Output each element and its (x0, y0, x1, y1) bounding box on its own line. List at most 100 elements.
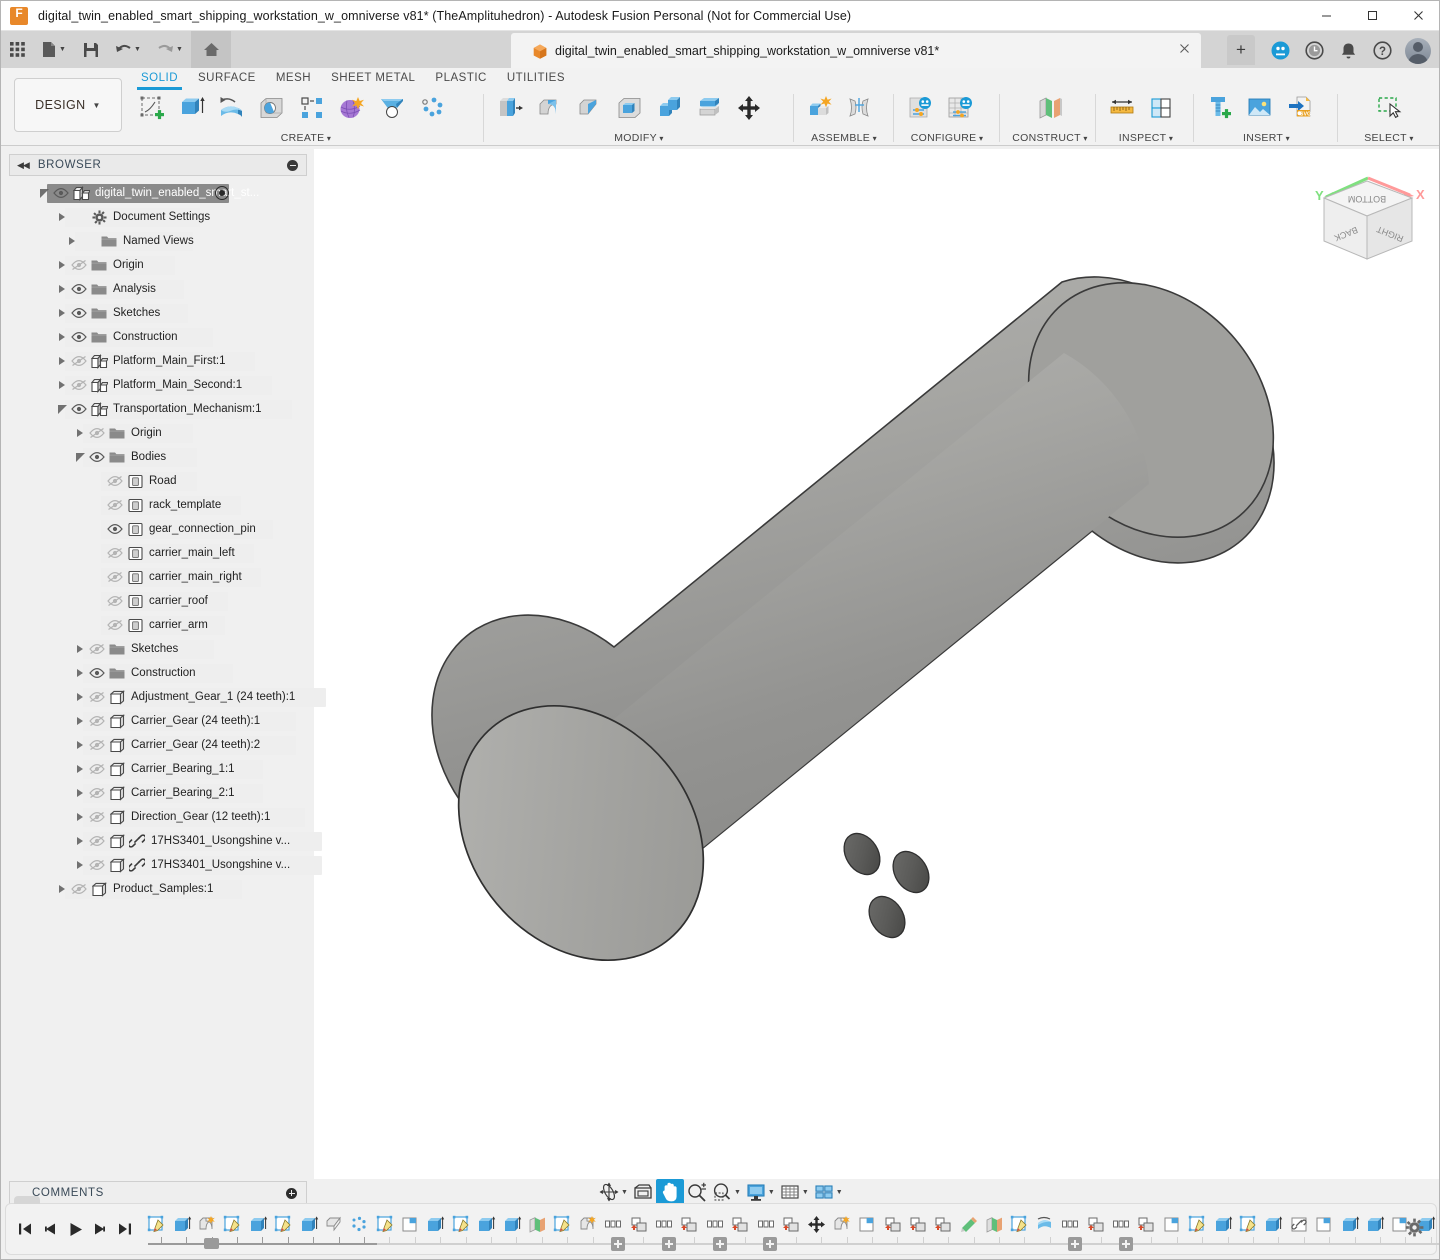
timeline-feature[interactable] (855, 1210, 880, 1238)
timeline-feature[interactable] (1236, 1210, 1261, 1238)
visibility-off-icon[interactable] (87, 421, 107, 445)
expand-arrow-icon[interactable] (55, 301, 69, 325)
expand-arrow-icon[interactable] (73, 733, 87, 757)
expand-arrow-icon[interactable] (73, 709, 87, 733)
move-copy-icon[interactable] (731, 90, 769, 126)
job-status-clock-icon[interactable] (1299, 36, 1329, 66)
tab-sheet-metal[interactable]: SHEET METAL (321, 68, 425, 88)
tab-plastic[interactable]: PLASTIC (425, 68, 496, 88)
insert-mcmaster-icon[interactable] (1201, 90, 1239, 126)
panel-inspect-label[interactable]: INSPECT ▾ (1101, 132, 1191, 144)
expand-arrow-icon[interactable] (55, 277, 69, 301)
expand-arrow-icon[interactable] (73, 781, 87, 805)
collapse-arrow-icon[interactable] (73, 445, 87, 469)
activate-component-radio[interactable] (215, 186, 229, 200)
configuration-table-icon[interactable] (941, 90, 979, 126)
grid-snap-icon[interactable]: ▼ (778, 1179, 811, 1205)
timeline-feature[interactable] (474, 1210, 499, 1238)
new-file-icon[interactable]: ▼ (33, 31, 75, 68)
timeline-feature[interactable] (1210, 1210, 1235, 1238)
visibility-off-icon[interactable] (87, 805, 107, 829)
close-button[interactable] (1395, 1, 1440, 31)
timeline-feature[interactable] (1058, 1210, 1083, 1238)
notifications-bell-icon[interactable] (1333, 36, 1363, 66)
timeline-feature[interactable] (246, 1210, 271, 1238)
tree-node[interactable]: Origin (9, 421, 307, 445)
hole-middle[interactable] (886, 845, 936, 899)
pattern-dots-icon[interactable] (413, 90, 451, 126)
expand-arrow-icon[interactable] (55, 253, 69, 277)
visibility-off-icon[interactable] (69, 373, 89, 397)
double-chevron-left-icon[interactable]: ◀◀ (17, 160, 29, 171)
form-icon[interactable] (333, 90, 371, 126)
browser-tree[interactable]: digital_twin_enabled_smart_st...Document… (9, 181, 307, 901)
timeline-expand-group-button[interactable] (713, 1237, 727, 1251)
expand-arrow-icon[interactable] (73, 421, 87, 445)
tree-node[interactable]: carrier_main_left (9, 541, 307, 565)
undo-icon[interactable]: ▼ (107, 31, 149, 68)
timeline-feature[interactable] (322, 1210, 347, 1238)
hole-upper-left[interactable] (837, 827, 887, 881)
expand-arrow-icon[interactable] (73, 805, 87, 829)
timeline-feature[interactable] (499, 1210, 524, 1238)
tree-node[interactable]: Platform_Main_Second:1 (9, 373, 307, 397)
new-tab-button[interactable]: + (1227, 35, 1255, 65)
timeline-track[interactable] (148, 1243, 1388, 1245)
timeline-expand-group-button[interactable] (763, 1237, 777, 1251)
orbit-icon[interactable]: ▼ (597, 1179, 630, 1205)
timeline-feature[interactable] (728, 1210, 753, 1238)
add-comment-icon[interactable] (286, 1188, 297, 1199)
view-cube[interactable]: Y X BOTTOM BACK RIGHT (1302, 171, 1432, 281)
visibility-on-icon[interactable] (69, 301, 89, 325)
document-tab[interactable]: digital_twin_enabled_smart_shipping_work… (511, 33, 1201, 68)
timeline-marker[interactable] (204, 1238, 219, 1249)
timeline-feature[interactable] (1083, 1210, 1108, 1238)
panel-modify-label[interactable]: MODIFY ▾ (489, 132, 789, 144)
app-grid-icon[interactable] (1, 31, 33, 68)
tab-utilities[interactable]: UTILITIES (497, 68, 575, 88)
timeline-feature[interactable] (652, 1210, 677, 1238)
home-icon[interactable] (191, 31, 231, 68)
measure-icon[interactable] (1103, 90, 1141, 126)
expand-arrow-icon[interactable] (55, 877, 69, 901)
workspace-selector[interactable]: DESIGN ▼ (14, 78, 122, 132)
timeline-feature[interactable] (982, 1210, 1007, 1238)
tree-node[interactable]: Direction_Gear (12 teeth):1 (9, 805, 307, 829)
visibility-off-icon[interactable] (69, 253, 89, 277)
hole-lower[interactable] (862, 890, 912, 944)
tree-node[interactable]: digital_twin_enabled_smart_st... (9, 181, 307, 205)
visibility-on-icon[interactable] (69, 325, 89, 349)
timeline-expand-group-button[interactable] (1068, 1237, 1082, 1251)
timeline-settings-gear-icon[interactable] (1405, 1218, 1424, 1242)
timeline-drag-handle[interactable] (14, 1196, 40, 1204)
tree-node[interactable]: gear_connection_pin (9, 517, 307, 541)
design-canvas[interactable]: Y X BOTTOM BACK RIGHT (314, 149, 1439, 1179)
panel-configure-label[interactable]: CONFIGURE ▾ (899, 132, 995, 144)
chevron-down-icon[interactable]: ▼ (836, 1189, 843, 1196)
section-analysis-icon[interactable] (1143, 90, 1181, 126)
visibility-off-icon[interactable] (105, 565, 125, 589)
timeline-feature[interactable] (169, 1210, 194, 1238)
timeline-feature[interactable] (271, 1210, 296, 1238)
tree-node[interactable]: Carrier_Bearing_1:1 (9, 757, 307, 781)
close-icon[interactable] (1177, 43, 1191, 57)
timeline-feature[interactable] (1033, 1210, 1058, 1238)
timeline-feature[interactable] (753, 1210, 778, 1238)
timeline-feature[interactable] (195, 1210, 220, 1238)
timeline-feature[interactable] (1363, 1210, 1388, 1238)
expand-arrow-icon[interactable] (73, 829, 87, 853)
visibility-on-icon[interactable] (87, 445, 107, 469)
create-sketch-icon[interactable] (133, 90, 171, 126)
timeline-go-start-icon[interactable] (14, 1216, 36, 1242)
timeline-feature[interactable] (398, 1210, 423, 1238)
visibility-off-icon[interactable] (105, 469, 125, 493)
viewcube-box[interactable]: BOTTOM BACK RIGHT (1324, 181, 1412, 259)
visibility-off-icon[interactable] (105, 493, 125, 517)
panel-create-label[interactable]: CREATE ▾ (131, 132, 481, 144)
tab-surface[interactable]: SURFACE (188, 68, 266, 88)
timeline-play-icon[interactable] (64, 1216, 86, 1242)
expand-arrow-icon[interactable] (73, 853, 87, 877)
new-component-icon[interactable] (801, 90, 839, 126)
timeline-feature[interactable] (830, 1210, 855, 1238)
timeline-feature[interactable] (144, 1210, 169, 1238)
